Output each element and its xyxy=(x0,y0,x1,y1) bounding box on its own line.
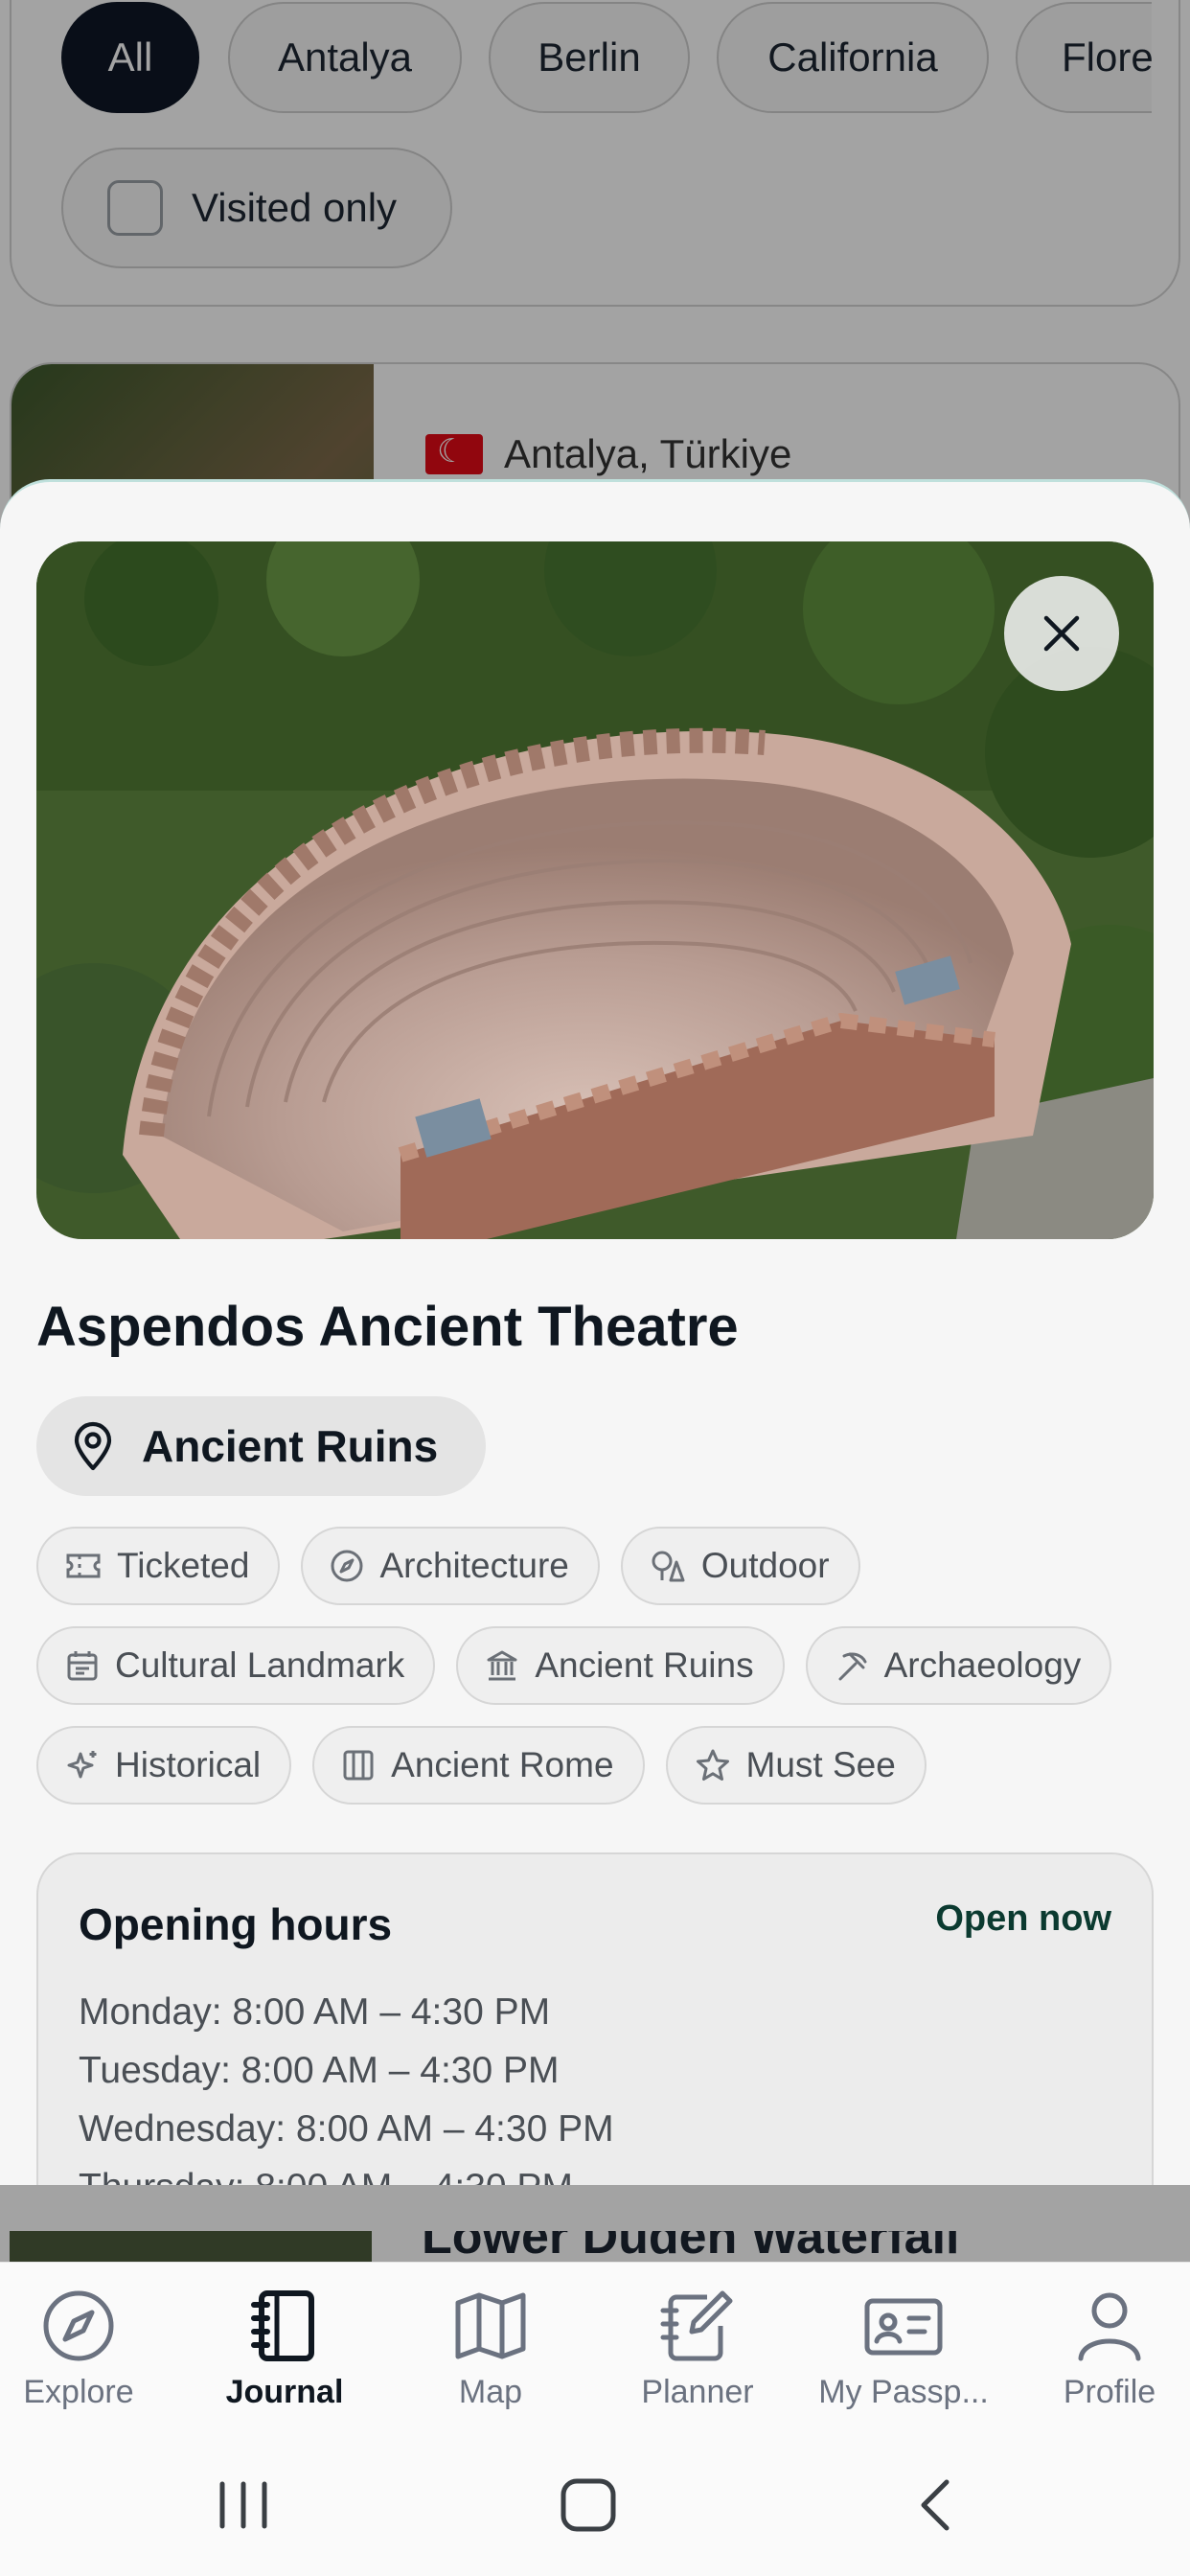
bottom-nav: Explore Journal Map Planner My Passp... … xyxy=(0,2262,1190,2434)
map-icon xyxy=(455,2292,526,2359)
tag-historical: Historical xyxy=(36,1726,292,1805)
place-title: Aspendos Ancient Theatre xyxy=(36,1296,739,1358)
back-icon[interactable] xyxy=(912,2476,960,2534)
category-label: Ancient Ruins xyxy=(142,1421,439,1471)
aspendos-theatre-photo xyxy=(36,541,1154,1239)
map-pin-icon xyxy=(74,1421,112,1471)
columns-icon xyxy=(343,1750,374,1781)
nav-journal[interactable]: Journal xyxy=(189,2288,380,2411)
category-badge: Ancient Ruins xyxy=(36,1396,487,1496)
compass-icon xyxy=(331,1550,363,1582)
nav-map-label: Map xyxy=(458,2374,523,2410)
open-status: Open now xyxy=(935,1898,1111,1939)
home-icon[interactable] xyxy=(558,2476,619,2534)
opening-hours-list: Monday: 8:00 AM – 4:30 PM Tuesday: 8:00 … xyxy=(79,1983,614,2185)
star-icon xyxy=(696,1749,729,1781)
opening-hours-title: Opening hours xyxy=(79,1899,393,1949)
close-icon xyxy=(1043,615,1080,652)
id-card-icon xyxy=(864,2298,943,2356)
nav-profile-label: Profile xyxy=(1063,2374,1156,2410)
hours-line: Wednesday: 8:00 AM – 4:30 PM xyxy=(79,2108,614,2150)
tag-architecture: Architecture xyxy=(301,1527,600,1605)
close-button[interactable] xyxy=(1004,576,1119,691)
notepad-pen-icon xyxy=(660,2290,733,2361)
hero-image xyxy=(36,541,1154,1239)
tag-outdoor: Outdoor xyxy=(620,1527,860,1605)
place-detail-sheet: Aspendos Ancient Theatre Ancient Ruins T… xyxy=(0,479,1190,2185)
ticket-icon xyxy=(66,1553,101,1578)
compass-icon xyxy=(43,2290,114,2361)
tag-cultural-landmark: Cultural Landmark xyxy=(36,1626,436,1705)
notebook-icon xyxy=(251,2290,314,2361)
nav-planner-label: Planner xyxy=(641,2374,754,2410)
tag-ticketed: Ticketed xyxy=(36,1527,281,1605)
pickaxe-icon xyxy=(838,1652,867,1681)
trees-icon xyxy=(652,1551,685,1582)
tag-ancient-ruins: Ancient Ruins xyxy=(456,1626,785,1705)
nav-explore-label: Explore xyxy=(23,2374,134,2410)
user-icon xyxy=(1078,2292,1141,2361)
hours-line: Thursday: 8:00 AM – 4:30 PM xyxy=(79,2158,614,2185)
recent-apps-icon[interactable] xyxy=(213,2476,274,2534)
nav-map[interactable]: Map xyxy=(395,2288,586,2411)
calendar-icon xyxy=(67,1651,98,1681)
nav-passport[interactable]: My Passp... xyxy=(808,2288,999,2411)
nav-explore[interactable]: Explore xyxy=(0,2288,174,2411)
hours-line: Monday: 8:00 AM – 4:30 PM xyxy=(79,1991,551,2033)
nav-journal-label: Journal xyxy=(225,2374,344,2410)
sparkles-icon xyxy=(67,1751,97,1779)
tag-list: Ticketed Architecture Outdoor Cultural L… xyxy=(36,1527,1167,1826)
nav-planner[interactable]: Planner xyxy=(602,2288,793,2411)
tag-must-see: Must See xyxy=(665,1726,927,1805)
landmark-icon xyxy=(487,1650,517,1681)
system-navigation-bar xyxy=(0,2434,1190,2576)
nav-profile[interactable]: Profile xyxy=(1014,2288,1190,2411)
opening-hours-card: Opening hours Open now Monday: 8:00 AM –… xyxy=(36,1852,1154,2185)
nav-passport-label: My Passp... xyxy=(818,2374,989,2410)
tag-ancient-rome: Ancient Rome xyxy=(312,1726,645,1805)
tag-archaeology: Archaeology xyxy=(805,1626,1112,1705)
hours-line: Tuesday: 8:00 AM – 4:30 PM xyxy=(79,2050,560,2091)
